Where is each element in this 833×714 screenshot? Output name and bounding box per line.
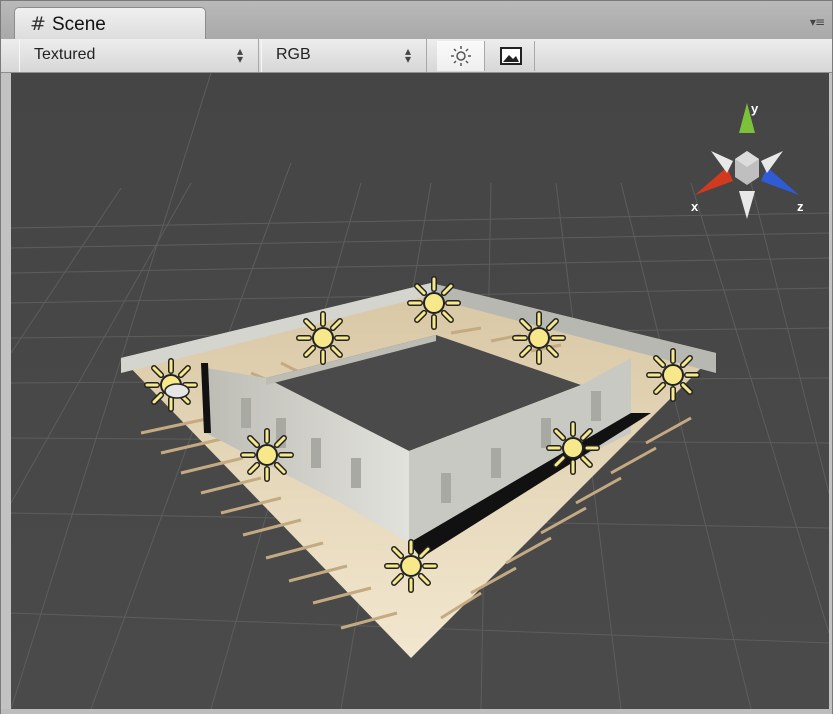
point-light-icon[interactable] — [296, 311, 350, 365]
orientation-gizmo[interactable]: x y z — [687, 101, 807, 223]
window-bottom-edge — [1, 709, 832, 714]
gizmo-neg-x-cone[interactable] — [711, 151, 733, 173]
panel-menu-icon[interactable]: ▾≡ — [810, 15, 825, 29]
dropdown-arrows-icon: ▴ ▾ — [404, 44, 412, 66]
point-light-icon[interactable] — [407, 276, 461, 330]
color-mode-dropdown[interactable]: RGB ▴ ▾ — [261, 39, 427, 72]
gizmo-neg-y-cone[interactable] — [739, 191, 755, 219]
point-light-icon[interactable] — [384, 539, 438, 593]
gizmo-neg-z-cone[interactable] — [761, 151, 783, 173]
tab-scene-label: Scene — [52, 14, 106, 35]
point-light-icon[interactable] — [240, 428, 294, 482]
gizmo-z-label: z — [797, 199, 804, 214]
scene-lighting-button[interactable] — [437, 41, 485, 71]
directional-light-icon[interactable] — [144, 358, 198, 412]
scene-toolbar: Textured ▴ ▾ RGB ▴ ▾ — [1, 39, 832, 73]
image-icon — [487, 41, 534, 71]
dropdown-arrows-icon: ▴ ▾ — [236, 44, 244, 66]
point-light-icon[interactable] — [646, 348, 700, 402]
render-mode-dropdown[interactable]: Textured ▴ ▾ — [19, 39, 259, 72]
scene-window: # Scene ▾≡ Textured ▴ ▾ RGB ▴ ▾ x y z — [0, 0, 833, 714]
scene-viewport[interactable]: x y z — [11, 73, 829, 709]
color-mode-label: RGB — [276, 46, 311, 63]
sun-icon — [437, 41, 484, 71]
scene-image-button[interactable] — [487, 41, 535, 71]
hash-icon: # — [30, 13, 46, 35]
render-mode-label: Textured — [34, 46, 96, 63]
gizmo-y-label: y — [751, 101, 759, 116]
tab-scene[interactable]: # Scene — [14, 7, 206, 40]
point-light-icon[interactable] — [512, 311, 566, 365]
point-light-icon[interactable] — [546, 421, 600, 475]
gizmo-x-label: x — [691, 199, 699, 214]
tab-bar: # Scene ▾≡ — [1, 1, 832, 40]
